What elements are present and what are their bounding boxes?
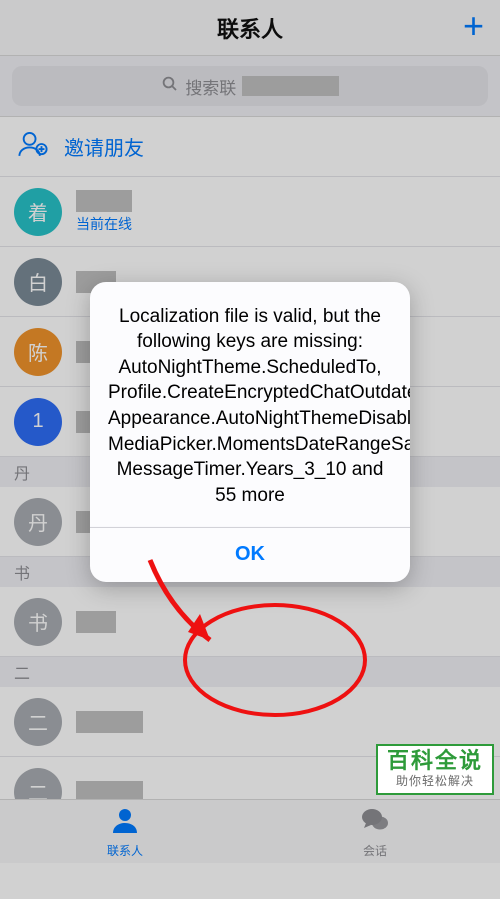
alert-message: Localization file is valid, but the foll… <box>90 281 410 526</box>
ok-button[interactable]: OK <box>90 528 410 582</box>
alert-dialog: Localization file is valid, but the foll… <box>90 281 410 581</box>
watermark-subtitle: 助你轻松解决 <box>382 772 488 789</box>
watermark-badge: 百科全说 助你轻松解决 <box>376 744 494 795</box>
watermark-title: 百科全说 <box>382 749 488 772</box>
